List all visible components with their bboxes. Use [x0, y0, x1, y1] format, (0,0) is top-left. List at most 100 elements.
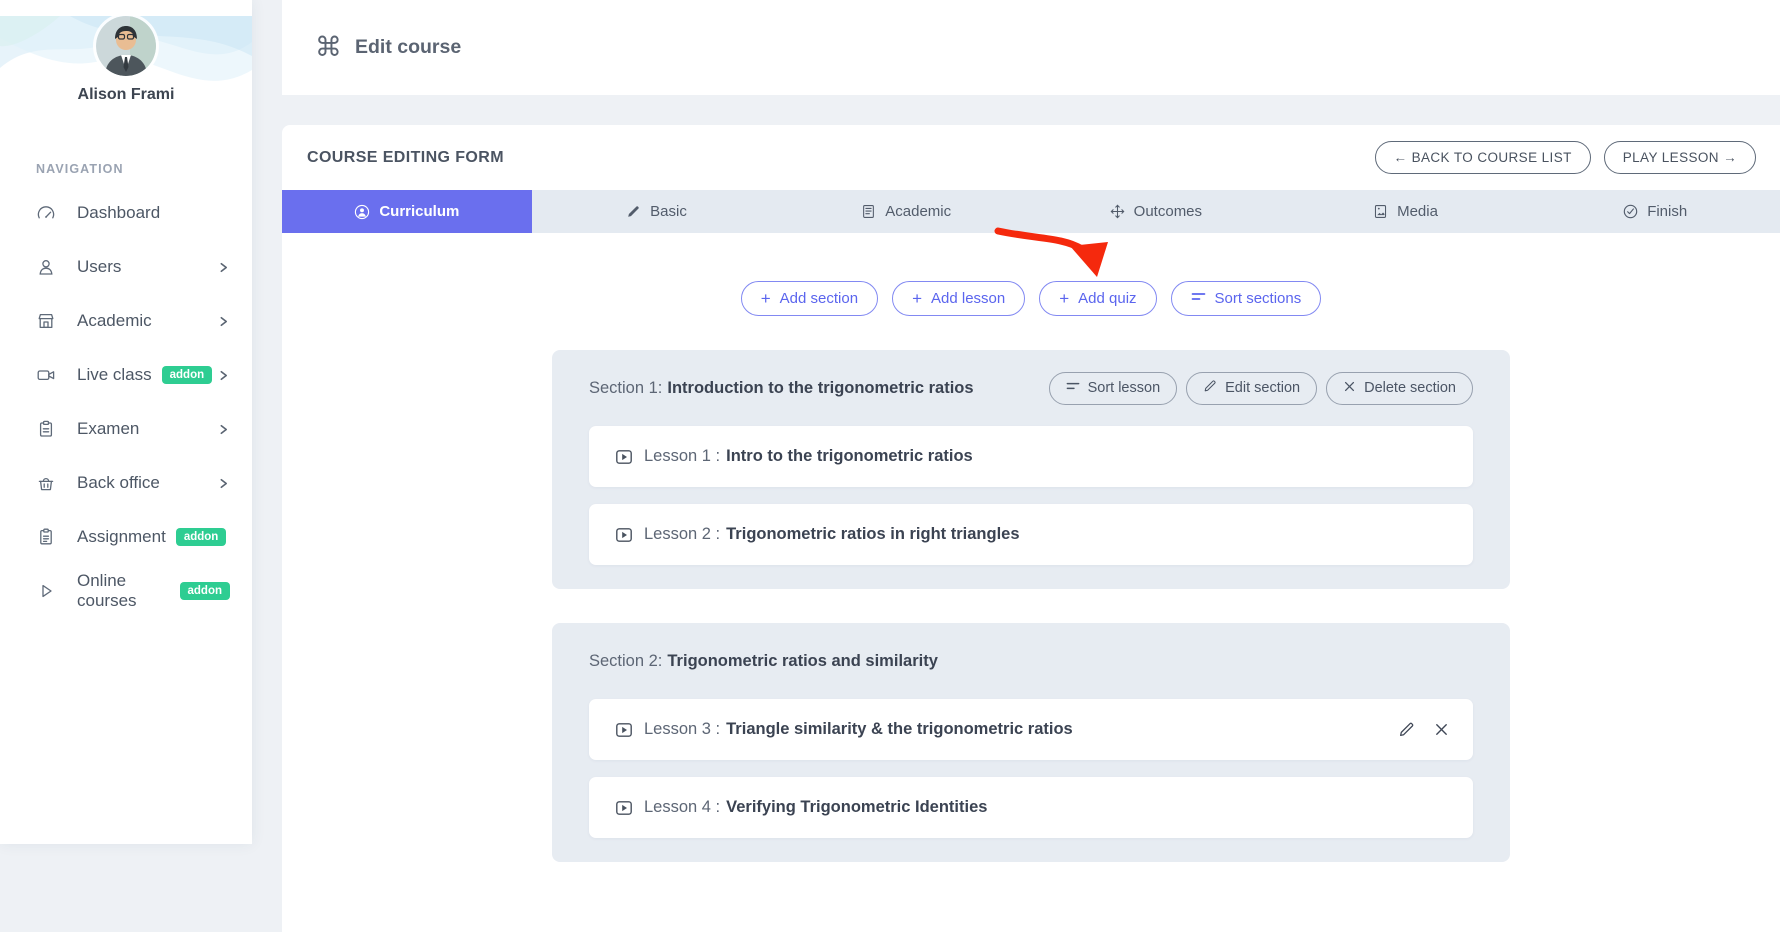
- sidebar-header: Alison Frami: [0, 16, 252, 136]
- section-prefix: Section 1:: [589, 379, 662, 397]
- gauge-icon: [36, 203, 56, 223]
- annotation-arrow: [994, 219, 1116, 281]
- sidebar-item-label: Dashboard: [77, 203, 160, 223]
- pencil-icon: [1203, 379, 1217, 397]
- sidebar-item-users[interactable]: Users: [0, 240, 252, 294]
- lesson-prefix: Lesson 4 :: [644, 798, 720, 816]
- sidebar-item-label: Examen: [77, 419, 139, 439]
- tab-curriculum[interactable]: Curriculum: [282, 190, 532, 233]
- tab-media[interactable]: Media: [1281, 190, 1531, 233]
- sidebar-item-online-courses[interactable]: Online courses addon: [0, 564, 252, 618]
- section-prefix: Section 2:: [589, 652, 662, 670]
- lesson-prefix: Lesson 2 :: [644, 525, 720, 543]
- lesson-name: Trigonometric ratios in right triangles: [726, 525, 1019, 543]
- section-name: Introduction to the trigonometric ratios: [667, 379, 973, 397]
- card-header: COURSE EDITING FORM ← BACK TO COURSE LIS…: [282, 125, 1780, 190]
- lesson-name: Verifying Trigonometric Identities: [726, 798, 987, 816]
- lesson-prefix: Lesson 3 :: [644, 720, 720, 738]
- section-2: Section 2: Trigonometric ratios and simil…: [552, 623, 1510, 862]
- chevron-right-icon: [217, 369, 230, 382]
- lesson-title: Lesson 3 :Triangle similarity & the trig…: [644, 720, 1073, 739]
- person-circle-icon: [354, 204, 370, 220]
- main-area: ⌘ Edit course COURSE EDITING FORM ← BACK…: [252, 0, 1780, 844]
- addon-badge: addon: [180, 582, 231, 600]
- sidebar-item-label: Back office: [77, 473, 160, 493]
- sort-sections-button[interactable]: Sort sections: [1171, 281, 1322, 316]
- plus-icon: +: [1059, 290, 1069, 307]
- button-label: Add quiz: [1078, 290, 1136, 307]
- lesson-row-actions: [1398, 721, 1449, 738]
- nav-caption: NAVIGATION: [36, 162, 252, 176]
- back-to-course-list-button[interactable]: ← BACK TO COURSE LIST: [1375, 141, 1591, 174]
- lesson-title: Lesson 2 : Trigonometric ratios in right …: [644, 525, 1020, 544]
- storefront-icon: [36, 311, 56, 331]
- chevron-right-icon: [217, 423, 230, 436]
- lesson-row-3[interactable]: Lesson 3 :Triangle similarity & the trig…: [589, 699, 1473, 760]
- button-label: Edit section: [1225, 380, 1300, 396]
- curriculum-content: + Add section + Add lesson + Add quiz So…: [282, 233, 1780, 932]
- tab-label: Basic: [650, 203, 687, 220]
- sidebar-item-examen[interactable]: Examen: [0, 402, 252, 456]
- sort-lines-icon: [1191, 289, 1206, 308]
- lesson-title: Lesson 1 :Intro to the trigonometric rat…: [644, 447, 973, 466]
- chevron-right-icon: [217, 261, 230, 274]
- sidebar-item-live-class[interactable]: Live class addon: [0, 348, 252, 402]
- sidebar: Alison Frami NAVIGATION Dashboard Users: [0, 0, 252, 844]
- play-square-icon: [615, 721, 633, 739]
- edit-section-button[interactable]: Edit section: [1186, 372, 1317, 405]
- lesson-row-2[interactable]: Lesson 2 : Trigonometric ratios in right …: [589, 504, 1473, 565]
- section-actions: Sort lesson Edit section Delete section: [1049, 372, 1473, 405]
- section-1: Section 1: Introduction to the trigonomet…: [552, 350, 1510, 589]
- user-icon: [36, 257, 56, 277]
- edit-lesson-icon[interactable]: [1398, 721, 1415, 738]
- lesson-row-1[interactable]: Lesson 1 :Intro to the trigonometric rat…: [589, 426, 1473, 487]
- sort-lesson-button[interactable]: Sort lesson: [1049, 372, 1178, 405]
- user-name: Alison Frami: [0, 86, 252, 104]
- delete-section-button[interactable]: Delete section: [1326, 372, 1473, 405]
- addon-badge: addon: [162, 366, 213, 384]
- section-name: Trigonometric ratios and similarity: [667, 652, 938, 670]
- sidebar-item-assignment[interactable]: Assignment addon: [0, 510, 252, 564]
- tab-label: Media: [1397, 203, 1438, 220]
- lesson-title: Lesson 4 : Verifying Trigonometric Identi…: [644, 798, 987, 817]
- plus-icon: +: [761, 290, 771, 307]
- sidebar-item-label: Academic: [77, 311, 152, 331]
- tab-basic[interactable]: Basic: [532, 190, 782, 233]
- header-actions: ← BACK TO COURSE LIST PLAY LESSON →: [1375, 141, 1756, 174]
- sidebar-item-label: Assignment: [77, 527, 166, 547]
- journal-icon: [861, 204, 876, 219]
- tab-label: Outcomes: [1134, 203, 1202, 220]
- clipboard-list-icon: [36, 527, 56, 547]
- button-label: Sort sections: [1215, 290, 1302, 307]
- sidebar-item-academic[interactable]: Academic: [0, 294, 252, 348]
- section-title: Section 1: Introduction to the trigonomet…: [589, 379, 974, 398]
- sidebar-item-label: Users: [77, 257, 121, 277]
- lesson-row-4[interactable]: Lesson 4 : Verifying Trigonometric Identi…: [589, 777, 1473, 838]
- section-header: Section 1: Introduction to the trigonomet…: [589, 370, 1473, 406]
- button-label: Add section: [780, 290, 858, 307]
- tab-label: Curriculum: [379, 203, 459, 220]
- sidebar-item-label: Live class: [77, 365, 152, 385]
- sidebar-item-back-office[interactable]: Back office: [0, 456, 252, 510]
- delete-lesson-icon[interactable]: [1434, 722, 1449, 737]
- button-label: Delete section: [1364, 380, 1456, 396]
- play-square-icon: [615, 526, 633, 544]
- pencil-icon: [626, 204, 641, 219]
- check-circle-icon: [1623, 204, 1638, 219]
- plus-icon: +: [912, 290, 922, 307]
- add-lesson-button[interactable]: + Add lesson: [892, 281, 1025, 316]
- play-lesson-button[interactable]: PLAY LESSON →: [1604, 141, 1756, 174]
- lesson-name: Intro to the trigonometric ratios: [726, 447, 973, 465]
- add-quiz-button[interactable]: + Add quiz: [1039, 281, 1156, 316]
- page-title: Edit course: [355, 36, 461, 59]
- sidebar-item-label: Online courses: [77, 571, 170, 611]
- topbar: ⌘ Edit course: [282, 0, 1780, 95]
- tab-finish[interactable]: Finish: [1530, 190, 1780, 233]
- add-section-button[interactable]: + Add section: [741, 281, 878, 316]
- video-camera-icon: [36, 365, 56, 385]
- play-square-icon: [615, 448, 633, 466]
- tab-label: Finish: [1647, 203, 1687, 220]
- chevron-right-icon: [217, 315, 230, 328]
- sidebar-item-dashboard[interactable]: Dashboard: [0, 186, 252, 240]
- image-icon: [1373, 204, 1388, 219]
